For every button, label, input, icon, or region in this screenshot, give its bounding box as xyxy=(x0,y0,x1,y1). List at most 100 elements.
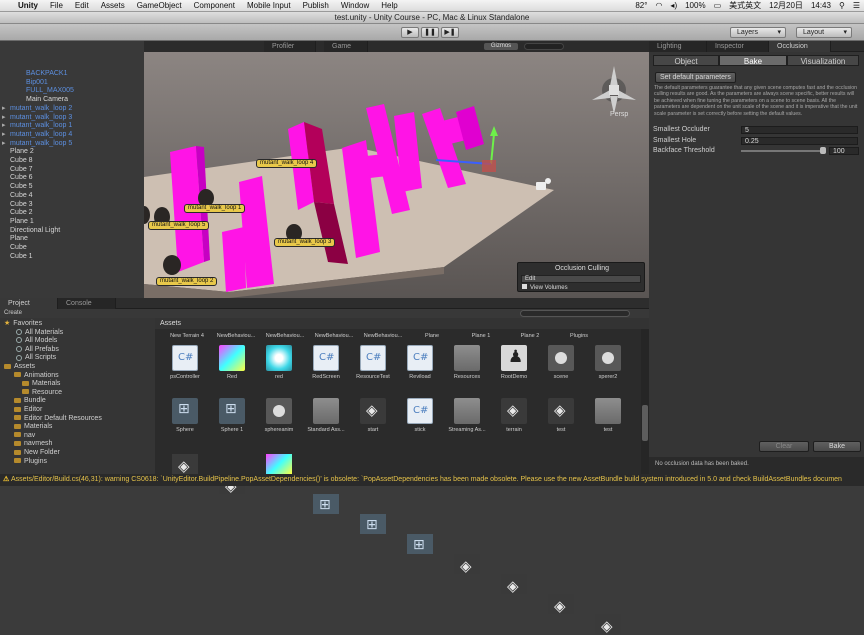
folder-item[interactable]: Resource xyxy=(22,389,62,398)
asset-label[interactable]: Plane 2 xyxy=(506,333,554,339)
asset-item[interactable]: sphereanim xyxy=(255,398,303,433)
hierarchy-item[interactable]: ▸ mutant_walk_loop 2 xyxy=(2,105,146,114)
asset-item-partial[interactable] xyxy=(548,594,574,615)
create-dropdown[interactable]: Create xyxy=(4,310,22,316)
hierarchy-item[interactable]: Cube 1 xyxy=(2,253,146,262)
favorite-item[interactable]: All Prefabs xyxy=(16,346,59,355)
folder-item[interactable]: Materials xyxy=(22,380,60,389)
menu-gameobject[interactable]: GameObject xyxy=(131,1,188,10)
backface-slider-handle[interactable] xyxy=(820,147,826,154)
menu-mobile-input[interactable]: Mobile Input xyxy=(241,1,297,10)
hierarchy-item[interactable]: ▸ mutant_walk_loop 3 xyxy=(2,114,146,123)
hierarchy-item[interactable]: Cube 5 xyxy=(2,183,146,192)
asset-item[interactable]: test xyxy=(584,398,632,433)
menu-component[interactable]: Component xyxy=(188,1,241,10)
favorites-header[interactable]: ★ Favorites xyxy=(4,320,42,329)
notification-center-icon[interactable]: ☰ xyxy=(849,1,864,10)
gizmos-dropdown[interactable]: Gizmos xyxy=(484,43,518,50)
tab-occlusion[interactable]: Occlusion xyxy=(769,41,831,52)
asset-item-partial[interactable] xyxy=(360,514,386,534)
expand-arrow-icon[interactable]: ▸ xyxy=(2,122,10,131)
asset-breadcrumb[interactable]: Assets xyxy=(160,320,181,327)
layout-dropdown[interactable]: Layout xyxy=(796,27,852,38)
input-method[interactable]: 美式英文 xyxy=(725,0,765,11)
hierarchy-item[interactable]: Plane 1 xyxy=(2,218,146,227)
subtab-visualization[interactable]: Visualization xyxy=(787,55,859,66)
hierarchy-item[interactable]: Cube 6 xyxy=(2,174,146,183)
asset-item[interactable]: scene xyxy=(537,345,585,380)
hierarchy-item[interactable]: Bip001 xyxy=(18,79,162,88)
hierarchy-item[interactable]: Cube 2 xyxy=(2,209,146,218)
asset-item-partial[interactable] xyxy=(454,554,480,575)
folder-item[interactable]: Editor Default Resources xyxy=(14,415,102,424)
asset-grid-scrollbar[interactable] xyxy=(641,329,649,474)
bake-button[interactable]: Bake xyxy=(813,441,861,452)
console-status-bar[interactable]: ⚠ Assets/Editor/Build.cs(46,31): warning … xyxy=(0,474,864,486)
hierarchy-item[interactable]: ▸ mutant_walk_loop 5 xyxy=(2,140,146,149)
battery-status[interactable]: 100% xyxy=(681,1,709,10)
view-volumes-checkbox[interactable] xyxy=(522,284,527,289)
pause-button[interactable]: ❚❚ xyxy=(421,27,439,38)
hierarchy-item[interactable]: Directional Light xyxy=(2,227,146,236)
expand-arrow-icon[interactable]: ▸ xyxy=(2,105,10,114)
menu-publish[interactable]: Publish xyxy=(297,1,335,10)
asset-label[interactable]: NewBehaviou... xyxy=(212,333,260,339)
set-default-parameters-button[interactable]: Set default parameters xyxy=(655,72,736,83)
hierarchy-item[interactable]: FULL_MAX005 xyxy=(18,87,162,96)
expand-arrow-icon[interactable]: ▸ xyxy=(2,140,10,149)
asset-item-partial[interactable] xyxy=(501,574,527,595)
hierarchy-item[interactable]: Plane xyxy=(2,235,146,244)
folder-item[interactable]: Materials xyxy=(14,423,52,432)
asset-label[interactable]: Plane xyxy=(408,333,456,339)
menu-file[interactable]: File xyxy=(44,1,69,10)
folder-item[interactable]: Plugins xyxy=(14,458,47,467)
asset-item[interactable]: psController xyxy=(161,345,209,380)
asset-item-partial[interactable] xyxy=(172,454,198,475)
hierarchy-item[interactable]: Cube 4 xyxy=(2,192,146,201)
spotlight-search-icon[interactable]: ⚲ xyxy=(835,1,849,10)
hierarchy-item[interactable]: Cube 7 xyxy=(2,166,146,175)
scene-search-input[interactable] xyxy=(524,43,564,50)
asset-item-partial[interactable] xyxy=(313,494,339,514)
asset-item[interactable]: Reviload xyxy=(396,345,444,380)
hierarchy-item[interactable]: ▸ mutant_walk_loop 1 xyxy=(2,122,146,131)
project-search-input[interactable] xyxy=(520,310,630,317)
hierarchy-item[interactable]: Plane 2 xyxy=(2,148,146,157)
asset-item[interactable]: ResourceTest xyxy=(349,345,397,380)
smallest-occluder-field[interactable]: 5 xyxy=(741,126,858,134)
folder-item[interactable]: Editor xyxy=(14,406,42,415)
subtab-bake[interactable]: Bake xyxy=(719,55,787,66)
layers-dropdown[interactable]: Layers xyxy=(730,27,786,38)
asset-item[interactable]: terrain xyxy=(490,398,538,433)
volume-icon[interactable]: ◂) xyxy=(666,1,681,10)
tab-game[interactable]: Game xyxy=(324,41,368,52)
asset-label[interactable]: NewBehaviou... xyxy=(359,333,407,339)
asset-label[interactable]: Plane 1 xyxy=(457,333,505,339)
menu-window[interactable]: Window xyxy=(335,1,375,10)
asset-item[interactable]: Resources xyxy=(443,345,491,380)
folder-item[interactable]: nav xyxy=(14,432,35,441)
tab-inspector[interactable]: Inspector xyxy=(707,41,769,52)
hierarchy-item[interactable]: BACKPACK1 xyxy=(18,70,162,79)
tab-profiler[interactable]: Profiler xyxy=(264,41,316,52)
subtab-object[interactable]: Object xyxy=(653,55,719,66)
hierarchy-item[interactable]: Main Camera xyxy=(18,96,162,105)
folder-item[interactable]: Animations xyxy=(14,372,59,381)
backface-threshold-field[interactable]: 100 xyxy=(829,147,859,155)
expand-arrow-icon[interactable]: ▸ xyxy=(2,114,10,123)
favorite-item[interactable]: All Scripts xyxy=(16,354,56,363)
asset-grid-scrollbar-thumb[interactable] xyxy=(642,405,648,441)
expand-arrow-icon[interactable]: ▸ xyxy=(2,131,10,140)
asset-label[interactable]: NewBehaviou... xyxy=(310,333,358,339)
asset-item[interactable]: RootDemo xyxy=(490,345,538,380)
asset-item-partial[interactable] xyxy=(595,614,621,635)
view-volumes-toggle[interactable]: View Volumes xyxy=(522,284,568,291)
asset-item[interactable]: Standard Ass... xyxy=(302,398,350,433)
asset-item[interactable]: Streaming As... xyxy=(443,398,491,433)
asset-item-partial[interactable] xyxy=(266,454,292,474)
asset-item[interactable]: stick xyxy=(396,398,444,433)
menu-edit[interactable]: Edit xyxy=(69,1,95,10)
asset-item[interactable]: RedScreen xyxy=(302,345,350,380)
favorite-item[interactable]: All Models xyxy=(16,337,57,346)
asset-item[interactable]: sperer2 xyxy=(584,345,632,380)
